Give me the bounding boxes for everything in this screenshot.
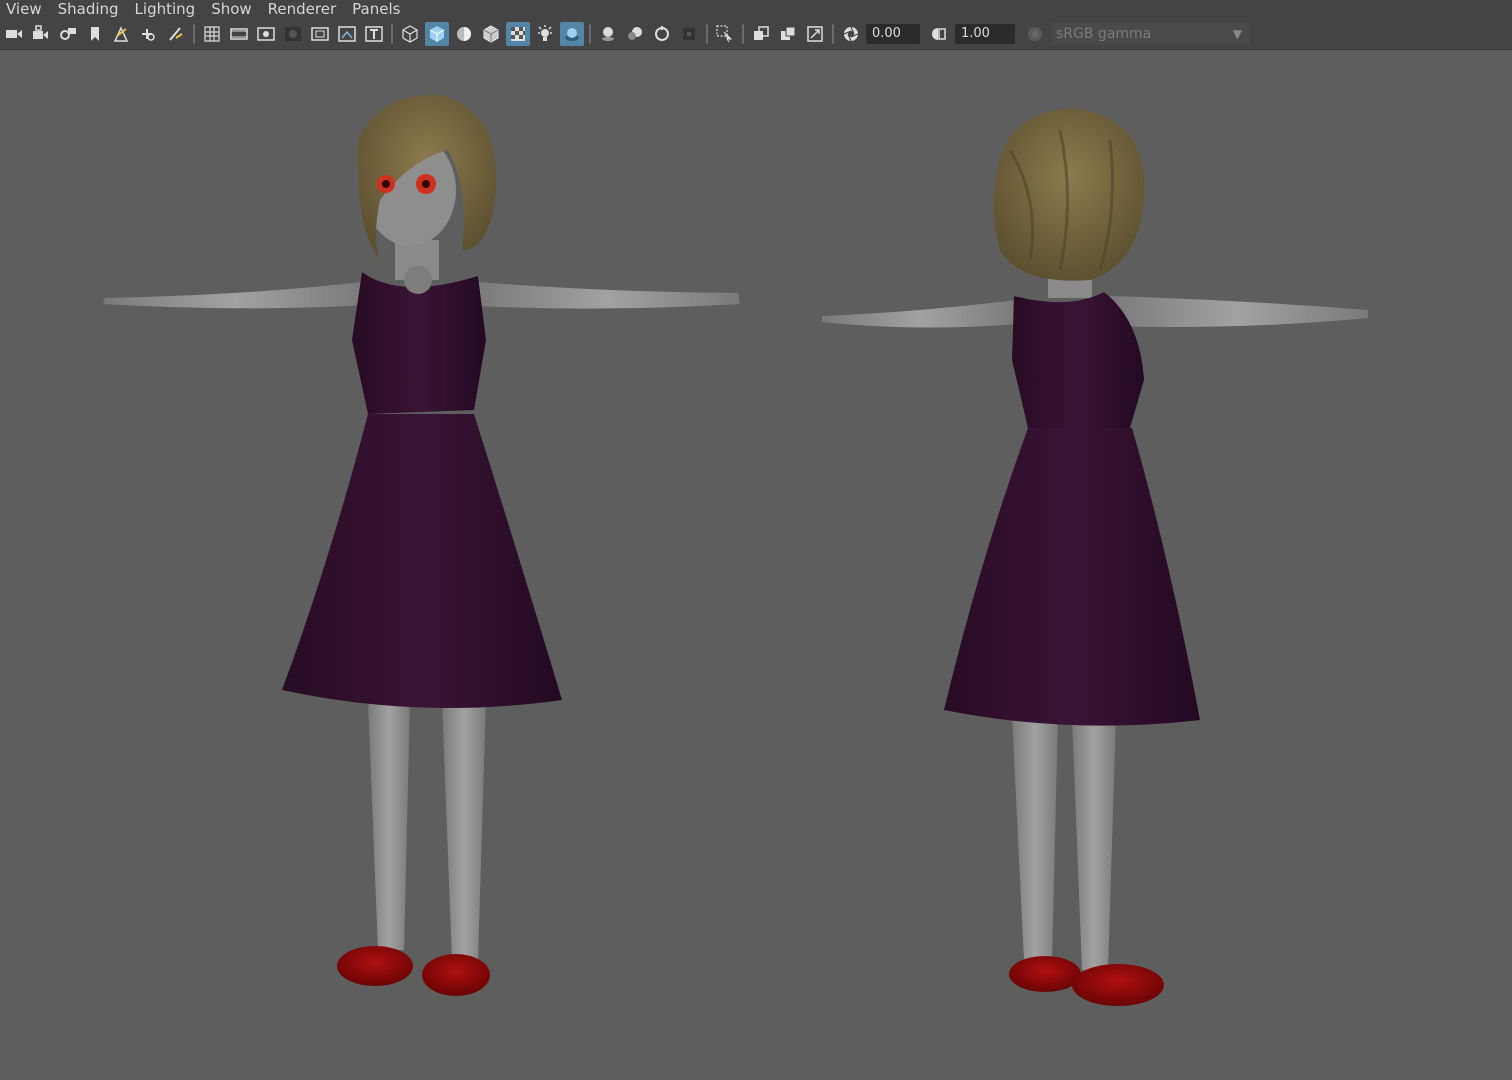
wireframe-icon[interactable] <box>398 22 422 46</box>
film-gate-icon[interactable] <box>227 22 251 46</box>
bookmark-icon[interactable] <box>83 22 107 46</box>
menu-bar: View Shading Lighting Show Renderer Pane… <box>0 0 1512 18</box>
chevron-down-icon: ▼ <box>1232 26 1242 41</box>
safe-action-icon[interactable] <box>335 22 359 46</box>
toolbar-separator <box>589 23 591 44</box>
camera-attributes-icon[interactable] <box>56 22 80 46</box>
character-front-view[interactable] <box>103 94 740 996</box>
grease-pencil-icon[interactable] <box>137 22 161 46</box>
use-all-lights-icon[interactable] <box>533 22 557 46</box>
2d-pan-zoom-icon[interactable] <box>164 22 188 46</box>
image-plane-icon[interactable] <box>110 22 134 46</box>
color-space-label: sRGB gamma <box>1056 25 1152 42</box>
depth-of-field-icon[interactable] <box>677 22 701 46</box>
isolate-select-icon[interactable] <box>713 22 737 46</box>
safe-title-icon[interactable] <box>362 22 386 46</box>
field-chart-icon[interactable] <box>308 22 332 46</box>
menu-view[interactable]: View <box>0 0 48 18</box>
toolbar-separator <box>193 23 195 44</box>
toolbar-separator <box>832 23 834 44</box>
exposure-input[interactable]: 0.00 <box>866 23 920 44</box>
grid-icon[interactable] <box>200 22 224 46</box>
viewport-toolbar: 0.00 1.00 sRGB gamma ▼ <box>0 18 1512 50</box>
motion-blur-icon[interactable] <box>623 22 647 46</box>
xray-active-components-icon[interactable] <box>776 22 800 46</box>
smooth-shade-icon[interactable] <box>425 21 449 46</box>
toolbar-separator <box>742 23 744 44</box>
multisample-antialiasing-icon[interactable] <box>650 22 674 46</box>
menu-show[interactable]: Show <box>205 0 257 18</box>
menu-lighting[interactable]: Lighting <box>129 0 202 18</box>
gamma-icon[interactable] <box>928 22 952 46</box>
menu-panels[interactable]: Panels <box>346 0 406 18</box>
color-management-icon[interactable] <box>1023 22 1047 46</box>
exposure-icon[interactable] <box>839 22 863 46</box>
camera-icon[interactable] <box>2 22 26 46</box>
gate-mask-icon[interactable] <box>281 22 305 46</box>
backface-culling-icon[interactable] <box>803 22 827 46</box>
toolbar-separator <box>706 23 708 44</box>
shadows-icon[interactable] <box>560 21 584 46</box>
toolbar-separator <box>391 23 393 44</box>
viewport-scene <box>103 94 1368 1006</box>
menu-renderer[interactable]: Renderer <box>262 0 342 18</box>
character-back-view[interactable] <box>822 108 1368 1006</box>
menu-shading[interactable]: Shading <box>52 0 125 18</box>
gamma-input[interactable]: 1.00 <box>955 23 1015 44</box>
xray-joints-icon[interactable] <box>749 22 773 46</box>
color-space-dropdown[interactable]: sRGB gamma ▼ <box>1052 22 1250 45</box>
xray-icon[interactable] <box>506 21 530 46</box>
screen-space-ambient-occlusion-icon[interactable] <box>596 22 620 46</box>
3d-viewport[interactable] <box>0 51 1512 1080</box>
camera-lock-icon[interactable] <box>29 22 53 46</box>
resolution-gate-icon[interactable] <box>254 22 278 46</box>
default-material-icon[interactable] <box>452 22 476 46</box>
wireframe-on-shaded-icon[interactable] <box>479 22 503 46</box>
